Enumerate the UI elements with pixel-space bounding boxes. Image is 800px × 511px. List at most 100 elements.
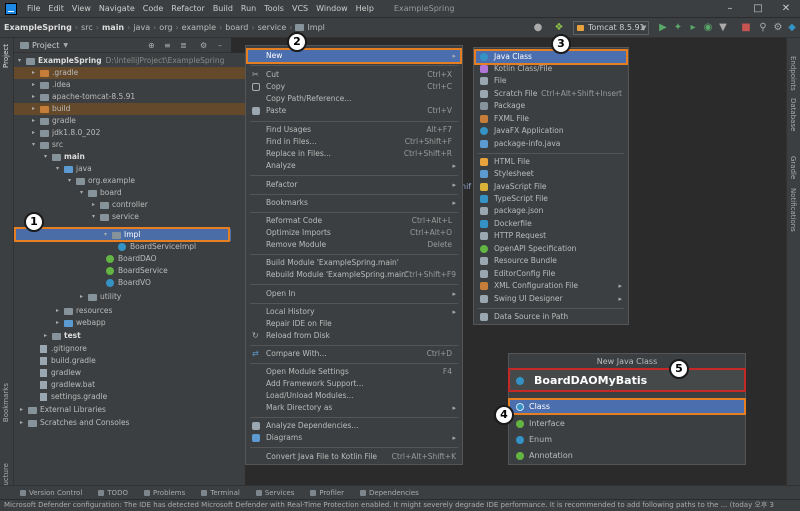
database-tool-tab[interactable]: Database bbox=[789, 98, 797, 131]
menu-view[interactable]: View bbox=[68, 4, 95, 13]
menu-item-replace-in-files[interactable]: Replace in Files... Ctrl+Shift+R bbox=[246, 148, 462, 160]
gear-icon[interactable]: ⚙ bbox=[200, 41, 207, 50]
menu-item-package[interactable]: Package bbox=[474, 100, 628, 112]
tree-item[interactable]: gradlew bbox=[40, 367, 81, 379]
menu-item-mark-directory[interactable]: Mark Directory as ▸ bbox=[246, 402, 462, 414]
menu-item-reload-from-disk[interactable]: ↻ Reload from Disk bbox=[246, 330, 462, 342]
crumb-java[interactable]: java bbox=[133, 23, 150, 32]
expand-all-icon[interactable]: ≣ bbox=[180, 41, 187, 50]
menu-navigate[interactable]: Navigate bbox=[95, 4, 139, 13]
menu-item-compare-with[interactable]: ⇄ Compare With... Ctrl+D bbox=[246, 348, 462, 360]
menu-tools[interactable]: Tools bbox=[260, 4, 288, 13]
run-config-select[interactable]: Tomcat 8.5.91 bbox=[573, 21, 649, 35]
menu-item-rebuild-module[interactable]: Rebuild Module 'ExampleSpring.main' Ctrl+… bbox=[246, 269, 462, 281]
plugin-icon[interactable]: ◆ bbox=[786, 22, 798, 34]
menu-item-analyze-deps[interactable]: Analyze Dependencies... bbox=[246, 420, 462, 432]
menu-item-bookmarks[interactable]: Bookmarks ▸ bbox=[246, 197, 462, 209]
tool-services[interactable]: Services bbox=[255, 489, 294, 497]
menu-item-xml-config[interactable]: XML Configuration File ▸ bbox=[474, 280, 628, 292]
gradle-tool-tab[interactable]: Gradle bbox=[789, 156, 797, 179]
menu-item-find-usages[interactable]: Find Usages Alt+F7 bbox=[246, 124, 462, 136]
chevron-down-icon[interactable]: ▼ bbox=[63, 42, 68, 49]
crumb-project[interactable]: ExampleSpring bbox=[4, 23, 72, 32]
menu-item-stylesheet[interactable]: Stylesheet bbox=[474, 168, 628, 180]
menu-item-find-in-files[interactable]: Find in Files... Ctrl+Shift+F bbox=[246, 136, 462, 148]
menu-item-typescript[interactable]: TypeScript File bbox=[474, 193, 628, 205]
menu-run[interactable]: Run bbox=[237, 4, 260, 13]
menu-item-javafx-app[interactable]: JavaFX Application bbox=[474, 125, 628, 137]
kind-item-interface[interactable]: Interface bbox=[510, 417, 744, 431]
menu-item-cut[interactable]: ✂ Cut Ctrl+X bbox=[246, 69, 462, 81]
crumb-org[interactable]: org bbox=[159, 23, 172, 32]
tree-item[interactable]: ▸ External Libraries bbox=[20, 404, 106, 416]
tree-item[interactable]: ▸ apache-tomcat-8.5.91 bbox=[32, 91, 135, 103]
menu-item-build-module[interactable]: Build Module 'ExampleSpring.main' bbox=[246, 257, 462, 269]
menu-item-paste[interactable]: Paste Ctrl+V bbox=[246, 105, 462, 117]
menu-window[interactable]: Window bbox=[312, 4, 352, 13]
crumb-service[interactable]: service bbox=[258, 23, 287, 32]
menu-item-data-source[interactable]: Data Source in Path bbox=[474, 311, 628, 323]
close-icon[interactable]: ✕ bbox=[772, 0, 800, 18]
menu-item-repair-ide[interactable]: Repair IDE on File bbox=[246, 318, 462, 330]
menu-item-copy[interactable]: Copy Ctrl+C bbox=[246, 81, 462, 93]
tree-item[interactable]: ▸ jdk1.8.0_202 bbox=[32, 127, 100, 139]
hide-panel-icon[interactable]: – bbox=[218, 41, 222, 50]
tree-item[interactable]: ▸ gradle bbox=[32, 115, 76, 127]
project-tool-tab[interactable]: Project bbox=[2, 44, 10, 68]
minimize-icon[interactable]: – bbox=[716, 0, 744, 18]
menu-item-package-info[interactable]: package-info.java bbox=[474, 138, 628, 150]
tree-item[interactable]: ▾ main bbox=[44, 151, 85, 163]
tool-todo[interactable]: TODO bbox=[98, 489, 128, 497]
menu-vcs[interactable]: VCS bbox=[288, 4, 312, 13]
kind-item-enum[interactable]: Enum bbox=[510, 433, 744, 447]
crumb-src[interactable]: src bbox=[81, 23, 93, 32]
hammer-icon[interactable]: ❖ bbox=[553, 22, 565, 34]
coverage-icon[interactable]: ▸ bbox=[687, 22, 699, 34]
menu-item-scratch-file[interactable]: Scratch File Ctrl+Alt+Shift+Insert bbox=[474, 88, 628, 100]
menu-item-open-in[interactable]: Open In ▸ bbox=[246, 288, 462, 300]
stop-icon[interactable]: ■ bbox=[740, 22, 752, 34]
menu-item-optimize-imports[interactable]: Optimize Imports Ctrl+Alt+O bbox=[246, 227, 462, 239]
menu-file[interactable]: File bbox=[23, 4, 44, 13]
menu-edit[interactable]: Edit bbox=[44, 4, 68, 13]
tree-item[interactable]: gradlew.bat bbox=[40, 379, 95, 391]
status-bar[interactable]: Microsoft Defender configuration: The ID… bbox=[0, 499, 800, 511]
tree-item[interactable]: ▸ controller bbox=[92, 199, 148, 211]
menu-help[interactable]: Help bbox=[352, 4, 378, 13]
endpoints-tool-tab[interactable]: Endpoints bbox=[789, 56, 797, 91]
menu-item-analyze[interactable]: Analyze ▸ bbox=[246, 160, 462, 172]
tree-item[interactable]: BoardServiceImpl bbox=[118, 241, 196, 253]
tree-item[interactable]: ▸ resources bbox=[56, 305, 112, 317]
collapse-all-icon[interactable]: ≡ bbox=[164, 41, 171, 50]
menu-item-diagrams[interactable]: Diagrams ▸ bbox=[246, 432, 462, 444]
user-icon[interactable]: ● bbox=[532, 22, 544, 34]
menu-item-local-history[interactable]: Local History ▸ bbox=[246, 306, 462, 318]
crumb-example[interactable]: example bbox=[182, 23, 216, 32]
crumb-main[interactable]: main bbox=[102, 23, 124, 32]
menu-build[interactable]: Build bbox=[209, 4, 237, 13]
tool-problems[interactable]: Problems bbox=[143, 489, 185, 497]
tree-item[interactable]: ▸ .gradle bbox=[14, 67, 245, 79]
menu-item-editorconfig[interactable]: EditorConfig File bbox=[474, 268, 628, 280]
kind-item-annotation[interactable]: Annotation bbox=[510, 449, 744, 463]
menu-item-package-json[interactable]: package.json bbox=[474, 205, 628, 217]
tree-item[interactable]: ▾ board bbox=[80, 187, 122, 199]
menu-item-resource-bundle[interactable]: Resource Bundle bbox=[474, 255, 628, 267]
menu-item-remove-module[interactable]: Remove Module Delete bbox=[246, 239, 462, 251]
more-run-icon[interactable]: ▼ bbox=[717, 22, 729, 34]
tree-item[interactable]: ▾ service bbox=[92, 211, 139, 223]
tree-item[interactable]: ▾ java bbox=[56, 163, 92, 175]
tree-item[interactable]: ▸ webapp bbox=[56, 317, 106, 329]
debug-icon[interactable]: ✦ bbox=[672, 22, 684, 34]
tree-item[interactable]: BoardService bbox=[106, 265, 168, 277]
menu-item-refactor[interactable]: Refactor ▸ bbox=[246, 179, 462, 191]
menu-item-dockerfile[interactable]: Dockerfile bbox=[474, 218, 628, 230]
menu-item-fxml-file[interactable]: FXML File bbox=[474, 113, 628, 125]
tree-item[interactable]: BoardVO bbox=[106, 277, 151, 289]
menu-item-reformat-code[interactable]: Reformat Code Ctrl+Alt+L bbox=[246, 215, 462, 227]
tree-item[interactable]: BoardDAO bbox=[106, 253, 157, 265]
tool-terminal[interactable]: Terminal bbox=[201, 489, 240, 497]
menu-item-file[interactable]: File bbox=[474, 75, 628, 87]
tool-version-control[interactable]: Version Control bbox=[20, 489, 82, 497]
menu-item-swing-ui[interactable]: Swing UI Designer ▸ bbox=[474, 293, 628, 305]
